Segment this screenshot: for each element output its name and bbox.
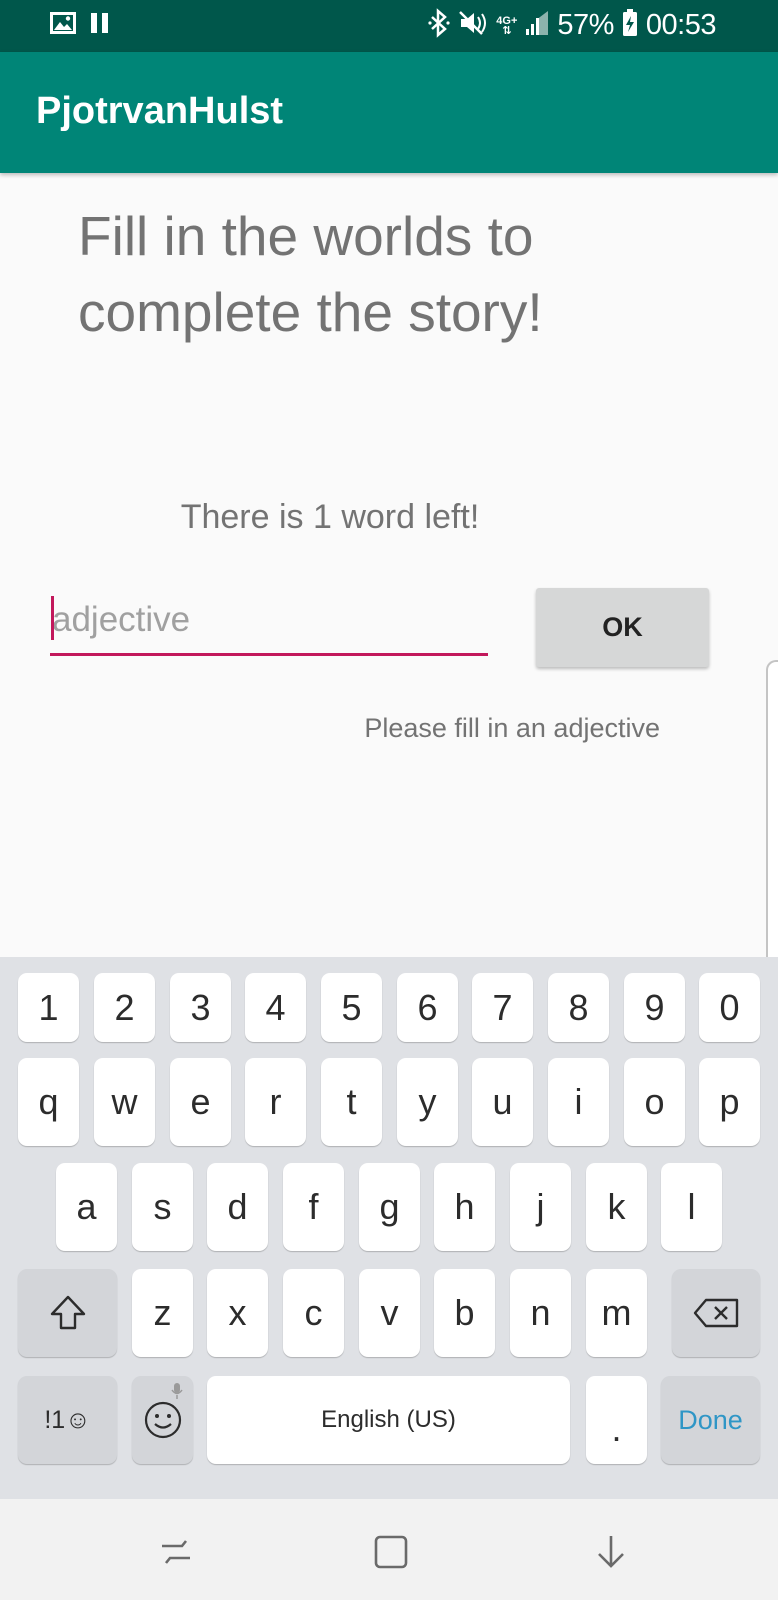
word-input-container bbox=[50, 590, 488, 656]
key-p[interactable]: p bbox=[699, 1058, 760, 1146]
key-h[interactable]: h bbox=[434, 1163, 495, 1251]
symbols-key[interactable]: !1☺ bbox=[18, 1376, 117, 1464]
key-w[interactable]: w bbox=[94, 1058, 155, 1146]
keyboard: 1 2 3 4 5 6 7 8 9 0 q w e r t y u i o p … bbox=[0, 957, 778, 1499]
backspace-key[interactable] bbox=[672, 1269, 760, 1357]
key-c[interactable]: c bbox=[283, 1269, 344, 1357]
shift-icon bbox=[48, 1293, 88, 1333]
key-d[interactable]: d bbox=[207, 1163, 268, 1251]
recent-apps-icon bbox=[156, 1532, 196, 1577]
key-5[interactable]: 5 bbox=[321, 973, 382, 1042]
key-m[interactable]: m bbox=[586, 1269, 647, 1357]
pause-icon bbox=[90, 12, 110, 39]
key-y[interactable]: y bbox=[397, 1058, 458, 1146]
key-b[interactable]: b bbox=[434, 1269, 495, 1357]
key-o[interactable]: o bbox=[624, 1058, 685, 1146]
status-right-icons: 4G+ ⇅ 57% 00:53 bbox=[428, 8, 717, 43]
key-v[interactable]: v bbox=[359, 1269, 420, 1357]
word-input[interactable] bbox=[52, 590, 486, 650]
network-icon: 4G+ ⇅ bbox=[496, 14, 518, 37]
shift-key[interactable] bbox=[18, 1269, 117, 1357]
key-f[interactable]: f bbox=[283, 1163, 344, 1251]
app-title: PjotrvanHulst bbox=[36, 90, 284, 132]
mute-icon bbox=[458, 9, 488, 42]
bluetooth-icon bbox=[428, 8, 450, 43]
key-9[interactable]: 9 bbox=[624, 973, 685, 1042]
key-k[interactable]: k bbox=[586, 1163, 647, 1251]
key-j[interactable]: j bbox=[510, 1163, 571, 1251]
recent-apps-button[interactable] bbox=[151, 1529, 201, 1579]
key-i[interactable]: i bbox=[548, 1058, 609, 1146]
space-key[interactable]: English (US) bbox=[207, 1376, 570, 1464]
key-t[interactable]: t bbox=[321, 1058, 382, 1146]
key-7[interactable]: 7 bbox=[472, 973, 533, 1042]
key-1[interactable]: 1 bbox=[18, 973, 79, 1042]
key-e[interactable]: e bbox=[170, 1058, 231, 1146]
mic-icon bbox=[171, 1382, 183, 1400]
ok-button[interactable]: OK bbox=[536, 588, 709, 667]
key-s[interactable]: s bbox=[132, 1163, 193, 1251]
network-type-label: 4G+ bbox=[496, 14, 518, 27]
page-heading: Fill in the worlds to complete the story… bbox=[78, 205, 543, 343]
key-z[interactable]: z bbox=[132, 1269, 193, 1357]
gallery-icon bbox=[50, 12, 76, 39]
key-g[interactable]: g bbox=[359, 1163, 420, 1251]
back-button[interactable] bbox=[586, 1529, 636, 1579]
key-l[interactable]: l bbox=[661, 1163, 722, 1251]
key-4[interactable]: 4 bbox=[245, 973, 306, 1042]
status-left-icons bbox=[50, 12, 110, 39]
key-n[interactable]: n bbox=[510, 1269, 571, 1357]
key-3[interactable]: 3 bbox=[170, 973, 231, 1042]
text-cursor bbox=[51, 596, 54, 640]
back-icon bbox=[591, 1532, 631, 1577]
status-bar: 4G+ ⇅ 57% 00:53 bbox=[0, 0, 778, 52]
app-toolbar: PjotrvanHulst bbox=[0, 52, 778, 173]
battery-icon bbox=[622, 9, 638, 42]
emoji-key[interactable] bbox=[132, 1376, 193, 1464]
key-x[interactable]: x bbox=[207, 1269, 268, 1357]
key-0[interactable]: 0 bbox=[699, 973, 760, 1042]
navigation-bar bbox=[0, 1499, 778, 1600]
signal-icon bbox=[525, 10, 549, 41]
emoji-icon bbox=[143, 1400, 183, 1440]
key-8[interactable]: 8 bbox=[548, 973, 609, 1042]
network-arrows: ⇅ bbox=[502, 24, 512, 37]
period-key[interactable]: . bbox=[586, 1376, 647, 1464]
edge-panel-handle[interactable] bbox=[766, 660, 778, 982]
key-u[interactable]: u bbox=[472, 1058, 533, 1146]
backspace-icon bbox=[692, 1297, 740, 1329]
battery-percentage: 57% bbox=[557, 9, 614, 41]
key-2[interactable]: 2 bbox=[94, 973, 155, 1042]
clock: 00:53 bbox=[645, 9, 717, 41]
home-icon bbox=[371, 1532, 411, 1577]
words-left-counter: There is 1 word left! bbox=[180, 498, 480, 536]
key-6[interactable]: 6 bbox=[397, 973, 458, 1042]
home-button[interactable] bbox=[366, 1529, 416, 1579]
done-key[interactable]: Done bbox=[661, 1376, 760, 1464]
hint-text: Please fill in an adjective bbox=[364, 713, 660, 743]
key-q[interactable]: q bbox=[18, 1058, 79, 1146]
key-a[interactable]: a bbox=[56, 1163, 117, 1251]
key-r[interactable]: r bbox=[245, 1058, 306, 1146]
